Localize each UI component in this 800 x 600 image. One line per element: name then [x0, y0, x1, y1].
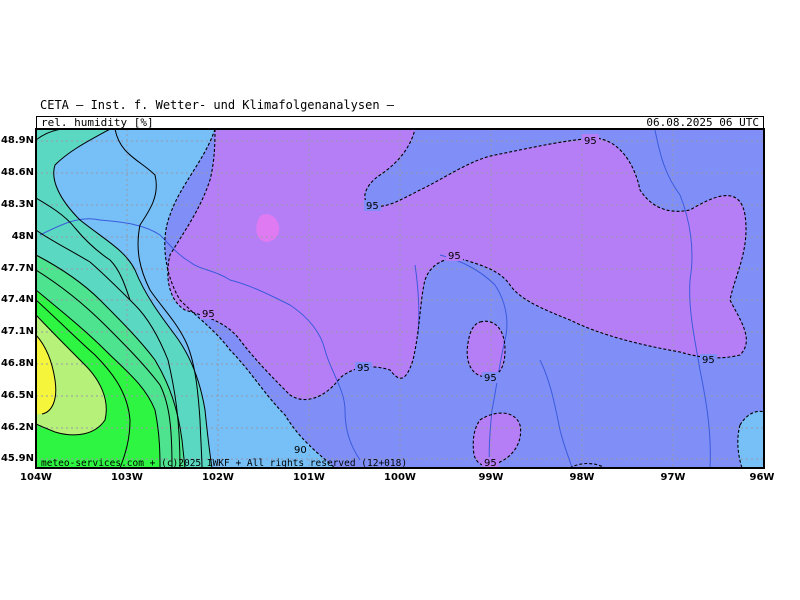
lat-tick: 46.8N [0, 358, 34, 369]
contour-label: 95 [448, 251, 461, 262]
contour-label: 90 [294, 445, 307, 456]
lat-tick: 46.5N [0, 390, 34, 401]
lat-tick: 47.4N [0, 294, 34, 305]
lon-tick: 102W [202, 472, 234, 483]
contour-label: 95 [366, 201, 379, 212]
lon-tick: 104W [20, 472, 52, 483]
lat-tick: 48.9N [0, 135, 34, 146]
contour-label: 95 [357, 363, 370, 374]
lat-tick: 46.2N [0, 422, 34, 433]
copyright-text: meteo-services.com + (c)2025 IWKF + All … [41, 458, 408, 469]
lon-tick: 101W [293, 472, 325, 483]
contour-label: 95 [584, 136, 597, 147]
contour-label: 95 [484, 373, 497, 384]
lat-tick: 48.6N [0, 167, 34, 178]
lat-tick: 48N [11, 231, 34, 242]
lat-tick: 45.9N [0, 453, 34, 464]
lon-tick: 100W [384, 472, 416, 483]
lon-tick: 103W [111, 472, 143, 483]
lat-tick: 48.3N [0, 199, 34, 210]
contour-label: 95 [702, 355, 715, 366]
lon-tick: 99W [478, 472, 504, 483]
lon-tick: 96W [749, 472, 775, 483]
lat-tick: 47.1N [0, 326, 34, 337]
lon-tick: 97W [660, 472, 686, 483]
lon-tick: 98W [569, 472, 595, 483]
contour-label: 95 [202, 309, 215, 320]
humidity-map: 95 95 95 95 95 95 95 95 90 [35, 128, 765, 469]
lat-tick: 47.7N [0, 263, 34, 274]
